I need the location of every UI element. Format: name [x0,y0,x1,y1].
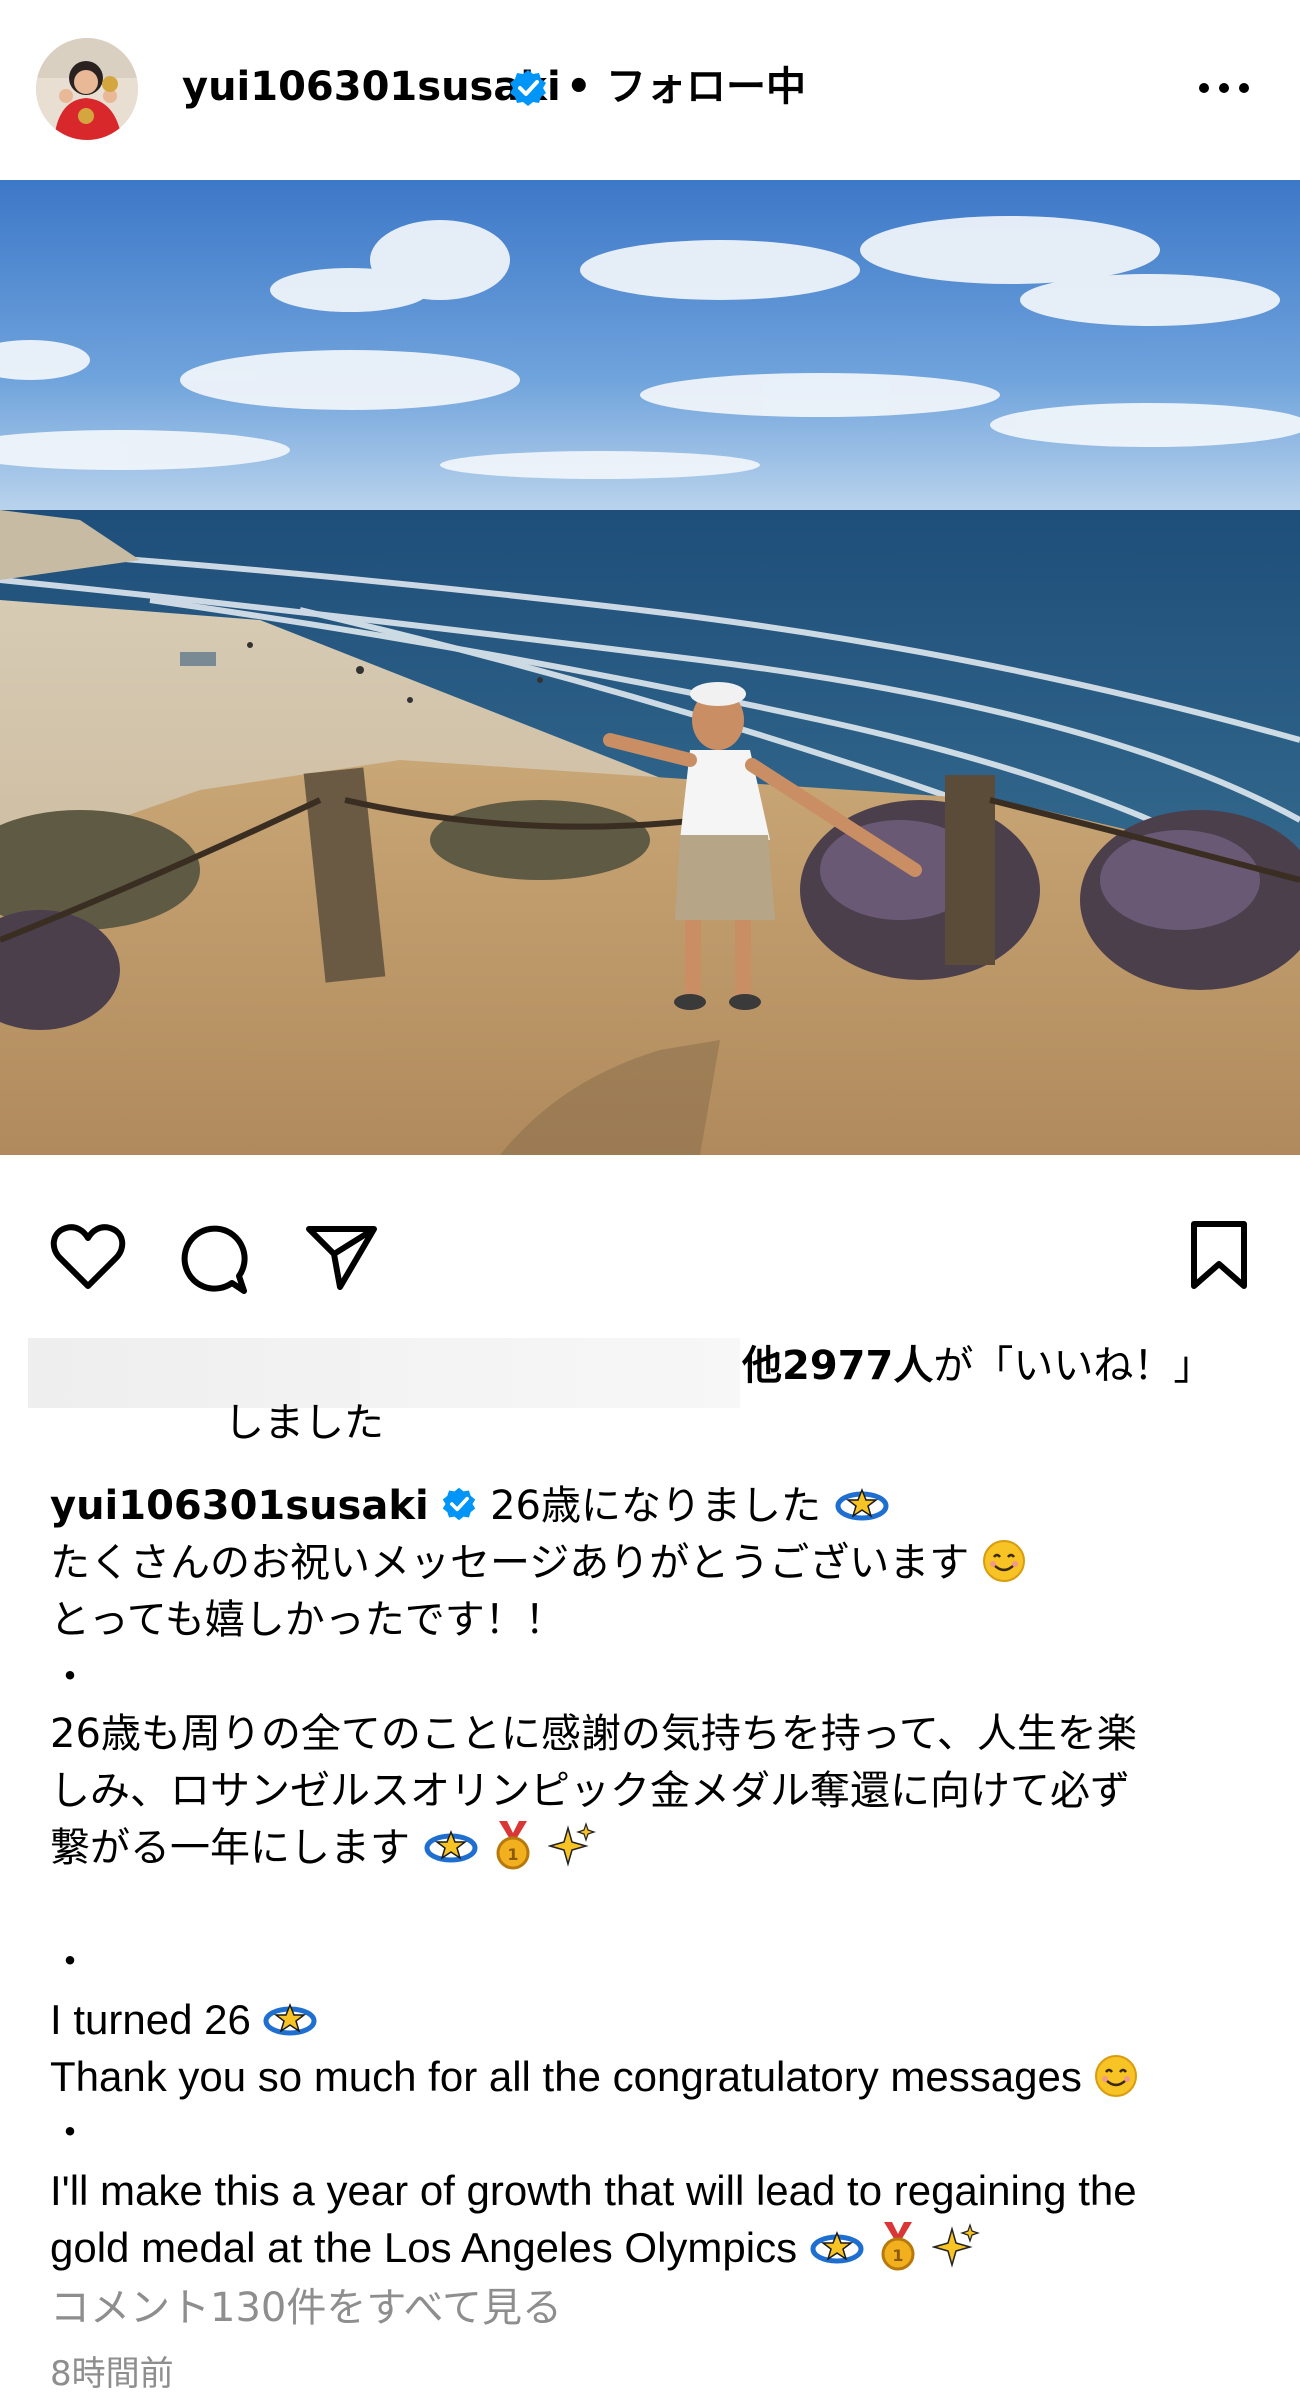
liked-by-avatars-blurred [28,1338,740,1408]
medal-emoji-icon: 1 [496,1821,530,1870]
separator-dot: • [566,64,592,110]
caption-line-14: gold medal at the Los Angeles Olympics [50,2224,798,2271]
svg-text:1: 1 [508,1845,519,1864]
caption-line-3: とっても嬉しかったです！！ [50,1597,565,1643]
follow-state-button[interactable]: フォロー中 [606,62,806,112]
send-icon[interactable] [304,1221,380,1293]
caption-line-13: I'll make this a year of growth that wil… [50,2167,1137,2214]
caption-line-5: 26歳も周りの全てのことに感謝の気持ちを持って、人生を楽 [50,1711,1137,1757]
likes-text[interactable]: 他2977人が「いいね！」 [742,1340,1213,1392]
dizzy-emoji-icon [424,1829,478,1863]
likes-suffix: が「いいね！」 [933,1343,1214,1389]
dizzy-emoji-icon [263,2002,317,2036]
svg-text:1: 1 [893,2246,904,2265]
heart-icon[interactable] [50,1222,126,1292]
caption-line-6: しみ、ロサンゼルスオリンピック金メダル奪還に向けて必ず [50,1768,1130,1814]
post-caption: yui106301susaki 26歳になりました たくさんのお祝いメッセージあ… [50,1478,1270,2276]
avatar[interactable] [36,38,138,140]
bookmark-icon[interactable] [1188,1220,1250,1292]
caption-line-11: Thank you so much for all the congratula… [50,2053,1082,2100]
caption-line-7: 繋がる一年にします [50,1825,410,1871]
dizzy-emoji-icon [810,2230,864,2264]
caption-line-2: たくさんのお祝いメッセージありがとうございます [50,1540,970,1586]
comment-icon[interactable] [176,1221,252,1297]
more-options-icon[interactable] [1196,76,1252,100]
verified-badge-icon [510,70,546,106]
sparkles-emoji-icon [548,1822,597,1867]
caption-line-4: ・ [50,1654,90,1700]
verified-badge-icon [443,1487,476,1521]
dizzy-emoji-icon [835,1487,889,1521]
smiling-face-emoji-icon [1094,2054,1137,2097]
likes-count: 他2977人 [742,1343,934,1389]
post-header: yui106301susaki • フォロー中 [0,0,1300,180]
action-bar [0,1155,1300,1355]
caption-line-10: I turned 26 [50,1996,251,2043]
view-all-comments-link[interactable]: コメント130件をすべて見る [50,2280,562,2336]
post-timestamp: 8時間前 [50,2354,174,2394]
likes-text-continued: しました [224,1400,384,1446]
caption-line-1: 26歳になりました [490,1483,821,1529]
avatar-image [36,38,138,140]
smiling-face-emoji-icon [982,1540,1025,1582]
caption-line-12: ・ [50,2110,90,2156]
beach-photo [0,180,1300,1155]
sparkles-emoji-icon [932,2223,981,2268]
medal-emoji-icon: 1 [881,2221,915,2271]
caption-line-9: ・ [50,1939,90,1985]
caption-username[interactable]: yui106301susaki [50,1483,429,1529]
post-username[interactable]: yui106301susaki [182,62,561,112]
post-photo[interactable] [0,180,1300,1155]
